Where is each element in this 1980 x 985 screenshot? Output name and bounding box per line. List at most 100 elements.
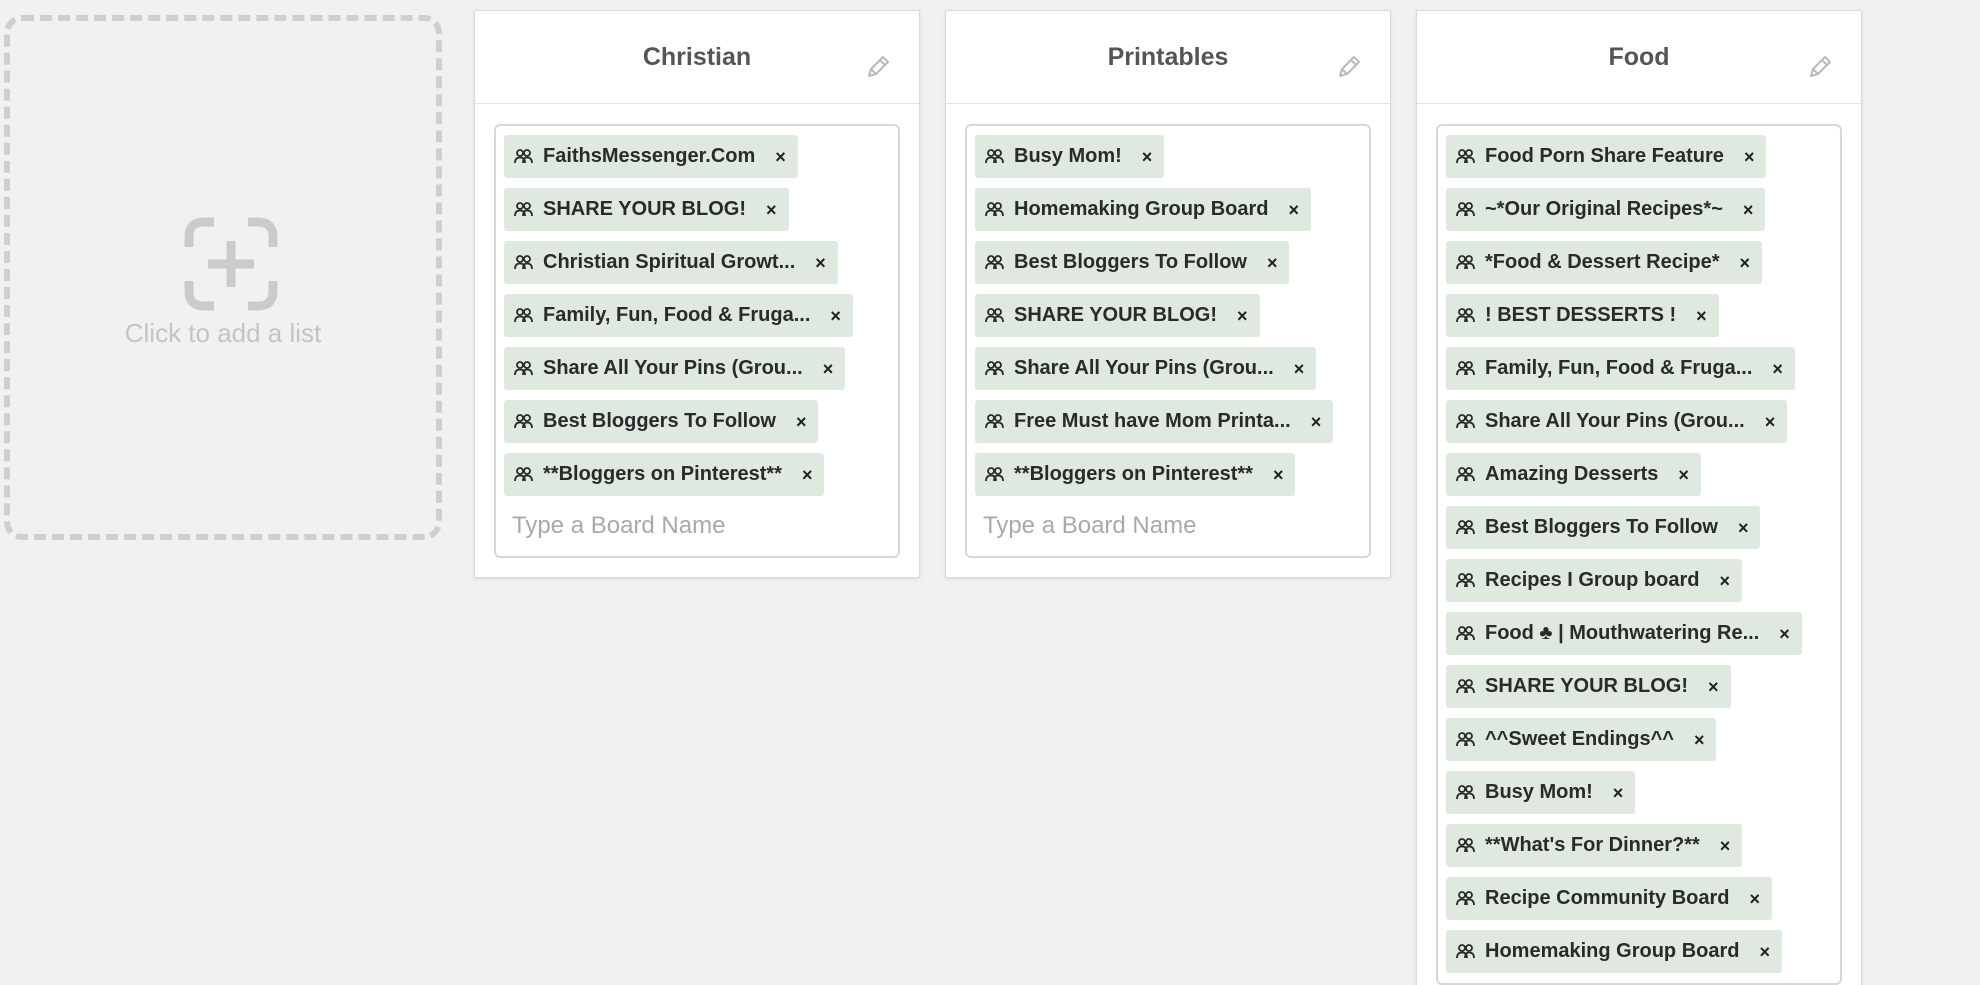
remove-icon[interactable]: ×: [1744, 148, 1755, 166]
board-chip[interactable]: **Bloggers on Pinterest** ×: [975, 453, 1296, 496]
group-board-icon: [1456, 572, 1475, 587]
board-chip[interactable]: Recipes I Group board ×: [1446, 559, 1742, 602]
remove-icon[interactable]: ×: [1738, 519, 1749, 537]
board-chip[interactable]: Homemaking Group Board ×: [1446, 930, 1782, 973]
board-chip[interactable]: FaithsMessenger.Com ×: [504, 135, 798, 178]
group-board-icon: [514, 413, 533, 428]
remove-icon[interactable]: ×: [1720, 837, 1731, 855]
group-board-icon: [514, 148, 533, 163]
add-list-button[interactable]: Click to add a list: [4, 15, 442, 540]
remove-icon[interactable]: ×: [1779, 625, 1790, 643]
remove-icon[interactable]: ×: [830, 307, 841, 325]
group-board-icon: [1456, 678, 1475, 693]
board-chip[interactable]: SHARE YOUR BLOG! ×: [504, 188, 789, 231]
remove-icon[interactable]: ×: [796, 413, 807, 431]
list-card-christian: Christian FaithsMessenger.Com × SHARE YOUR …: [474, 10, 920, 578]
board-chip-label: Food Porn Share Feature: [1485, 145, 1724, 167]
board-chip-label: ^^Sweet Endings^^: [1485, 728, 1674, 750]
remove-icon[interactable]: ×: [1708, 678, 1719, 696]
board-chip[interactable]: Busy Mom! ×: [1446, 771, 1636, 814]
group-board-icon: [1456, 837, 1475, 852]
remove-icon[interactable]: ×: [1678, 466, 1689, 484]
remove-icon[interactable]: ×: [823, 360, 834, 378]
remove-icon[interactable]: ×: [1759, 943, 1770, 961]
remove-icon[interactable]: ×: [1288, 201, 1299, 219]
list-title: Christian: [642, 43, 752, 71]
group-board-icon: [1456, 201, 1475, 216]
board-chip[interactable]: Amazing Desserts ×: [1446, 453, 1701, 496]
board-chip-label: **What's For Dinner?**: [1485, 834, 1700, 856]
board-chip[interactable]: *Food & Dessert Recipe* ×: [1446, 241, 1763, 284]
board-chip[interactable]: ^^Sweet Endings^^ ×: [1446, 718, 1717, 761]
group-board-icon: [985, 466, 1004, 481]
board-chip-label: Food ♣ | Mouthwatering Re...: [1485, 622, 1760, 644]
board-chip-label: Free Must have Mom Printa...: [1014, 410, 1291, 432]
remove-icon[interactable]: ×: [1740, 254, 1751, 272]
remove-icon[interactable]: ×: [1267, 254, 1278, 272]
board-chip[interactable]: Best Bloggers To Follow ×: [1446, 506, 1761, 549]
board-chip-label: Best Bloggers To Follow: [1485, 516, 1718, 538]
board-chip[interactable]: **Bloggers on Pinterest** ×: [504, 453, 825, 496]
remove-icon[interactable]: ×: [1719, 572, 1730, 590]
remove-icon[interactable]: ×: [1765, 413, 1776, 431]
board-chip-label: Amazing Desserts: [1485, 463, 1659, 485]
group-board-icon: [985, 307, 1004, 322]
group-board-icon: [1456, 360, 1475, 375]
board-chip-label: Share All Your Pins (Grou...: [1485, 410, 1745, 432]
board-chip-label: ~*Our Original Recipes*~: [1485, 198, 1723, 220]
board-chip[interactable]: SHARE YOUR BLOG! ×: [1446, 665, 1731, 708]
pencil-icon[interactable]: [865, 54, 891, 80]
board-chip[interactable]: Food Porn Share Feature ×: [1446, 135, 1767, 178]
board-chip[interactable]: Free Must have Mom Printa... ×: [975, 400, 1334, 443]
remove-icon[interactable]: ×: [1294, 360, 1305, 378]
pencil-icon[interactable]: [1807, 54, 1833, 80]
remove-icon[interactable]: ×: [1273, 466, 1284, 484]
board-chip[interactable]: SHARE YOUR BLOG! ×: [975, 294, 1260, 337]
remove-icon[interactable]: ×: [766, 201, 777, 219]
board-chip[interactable]: Family, Fun, Food & Fruga... ×: [1446, 347, 1795, 390]
remove-icon[interactable]: ×: [1613, 784, 1624, 802]
board-chip[interactable]: Busy Mom! ×: [975, 135, 1165, 178]
board-chip[interactable]: Food ♣ | Mouthwatering Re... ×: [1446, 612, 1802, 655]
group-board-icon: [1456, 519, 1475, 534]
board-chip[interactable]: ~*Our Original Recipes*~ ×: [1446, 188, 1766, 231]
board-chip[interactable]: Share All Your Pins (Grou... ×: [504, 347, 846, 390]
board-chip[interactable]: Family, Fun, Food & Fruga... ×: [504, 294, 853, 337]
board-chip-label: SHARE YOUR BLOG!: [1485, 675, 1688, 697]
board-chip[interactable]: Share All Your Pins (Grou... ×: [975, 347, 1317, 390]
board-name-input[interactable]: [504, 506, 890, 556]
board-chip-label: Christian Spiritual Growt...: [543, 251, 796, 273]
board-chip-label: ! BEST DESSERTS !: [1485, 304, 1677, 326]
board-chip-label: FaithsMessenger.Com: [543, 145, 756, 167]
board-chip-label: Family, Fun, Food & Fruga...: [1485, 357, 1753, 379]
remove-icon[interactable]: ×: [1772, 360, 1783, 378]
board-chip[interactable]: Best Bloggers To Follow ×: [504, 400, 819, 443]
board-chip[interactable]: Homemaking Group Board ×: [975, 188, 1311, 231]
remove-icon[interactable]: ×: [1694, 731, 1705, 749]
board-chip-label: Best Bloggers To Follow: [1014, 251, 1247, 273]
board-chip[interactable]: Recipe Community Board ×: [1446, 877, 1772, 920]
group-board-icon: [985, 360, 1004, 375]
remove-icon[interactable]: ×: [1696, 307, 1707, 325]
board-picker: Food Porn Share Feature × ~*Our Original R…: [1436, 124, 1842, 985]
add-list-icon: [184, 217, 278, 311]
remove-icon[interactable]: ×: [1237, 307, 1248, 325]
pencil-icon[interactable]: [1336, 54, 1362, 80]
board-chip-label: Homemaking Group Board: [1014, 198, 1269, 220]
remove-icon[interactable]: ×: [815, 254, 826, 272]
remove-icon[interactable]: ×: [1743, 201, 1754, 219]
canvas: Click to add a list Christian FaithsMesse…: [0, 0, 1980, 985]
remove-icon[interactable]: ×: [775, 148, 786, 166]
board-chip-list: Busy Mom! × Homemaking Group Board × Best Bl…: [975, 135, 1361, 506]
remove-icon[interactable]: ×: [1749, 890, 1760, 908]
board-chip[interactable]: ! BEST DESSERTS ! ×: [1446, 294, 1719, 337]
remove-icon[interactable]: ×: [1311, 413, 1322, 431]
remove-icon[interactable]: ×: [802, 466, 813, 484]
board-chip[interactable]: Christian Spiritual Growt... ×: [504, 241, 838, 284]
board-chip-label: Busy Mom!: [1485, 781, 1593, 803]
board-chip[interactable]: Share All Your Pins (Grou... ×: [1446, 400, 1788, 443]
board-chip[interactable]: Best Bloggers To Follow ×: [975, 241, 1290, 284]
remove-icon[interactable]: ×: [1142, 148, 1153, 166]
board-name-input[interactable]: [975, 506, 1361, 556]
board-chip[interactable]: **What's For Dinner?** ×: [1446, 824, 1743, 867]
